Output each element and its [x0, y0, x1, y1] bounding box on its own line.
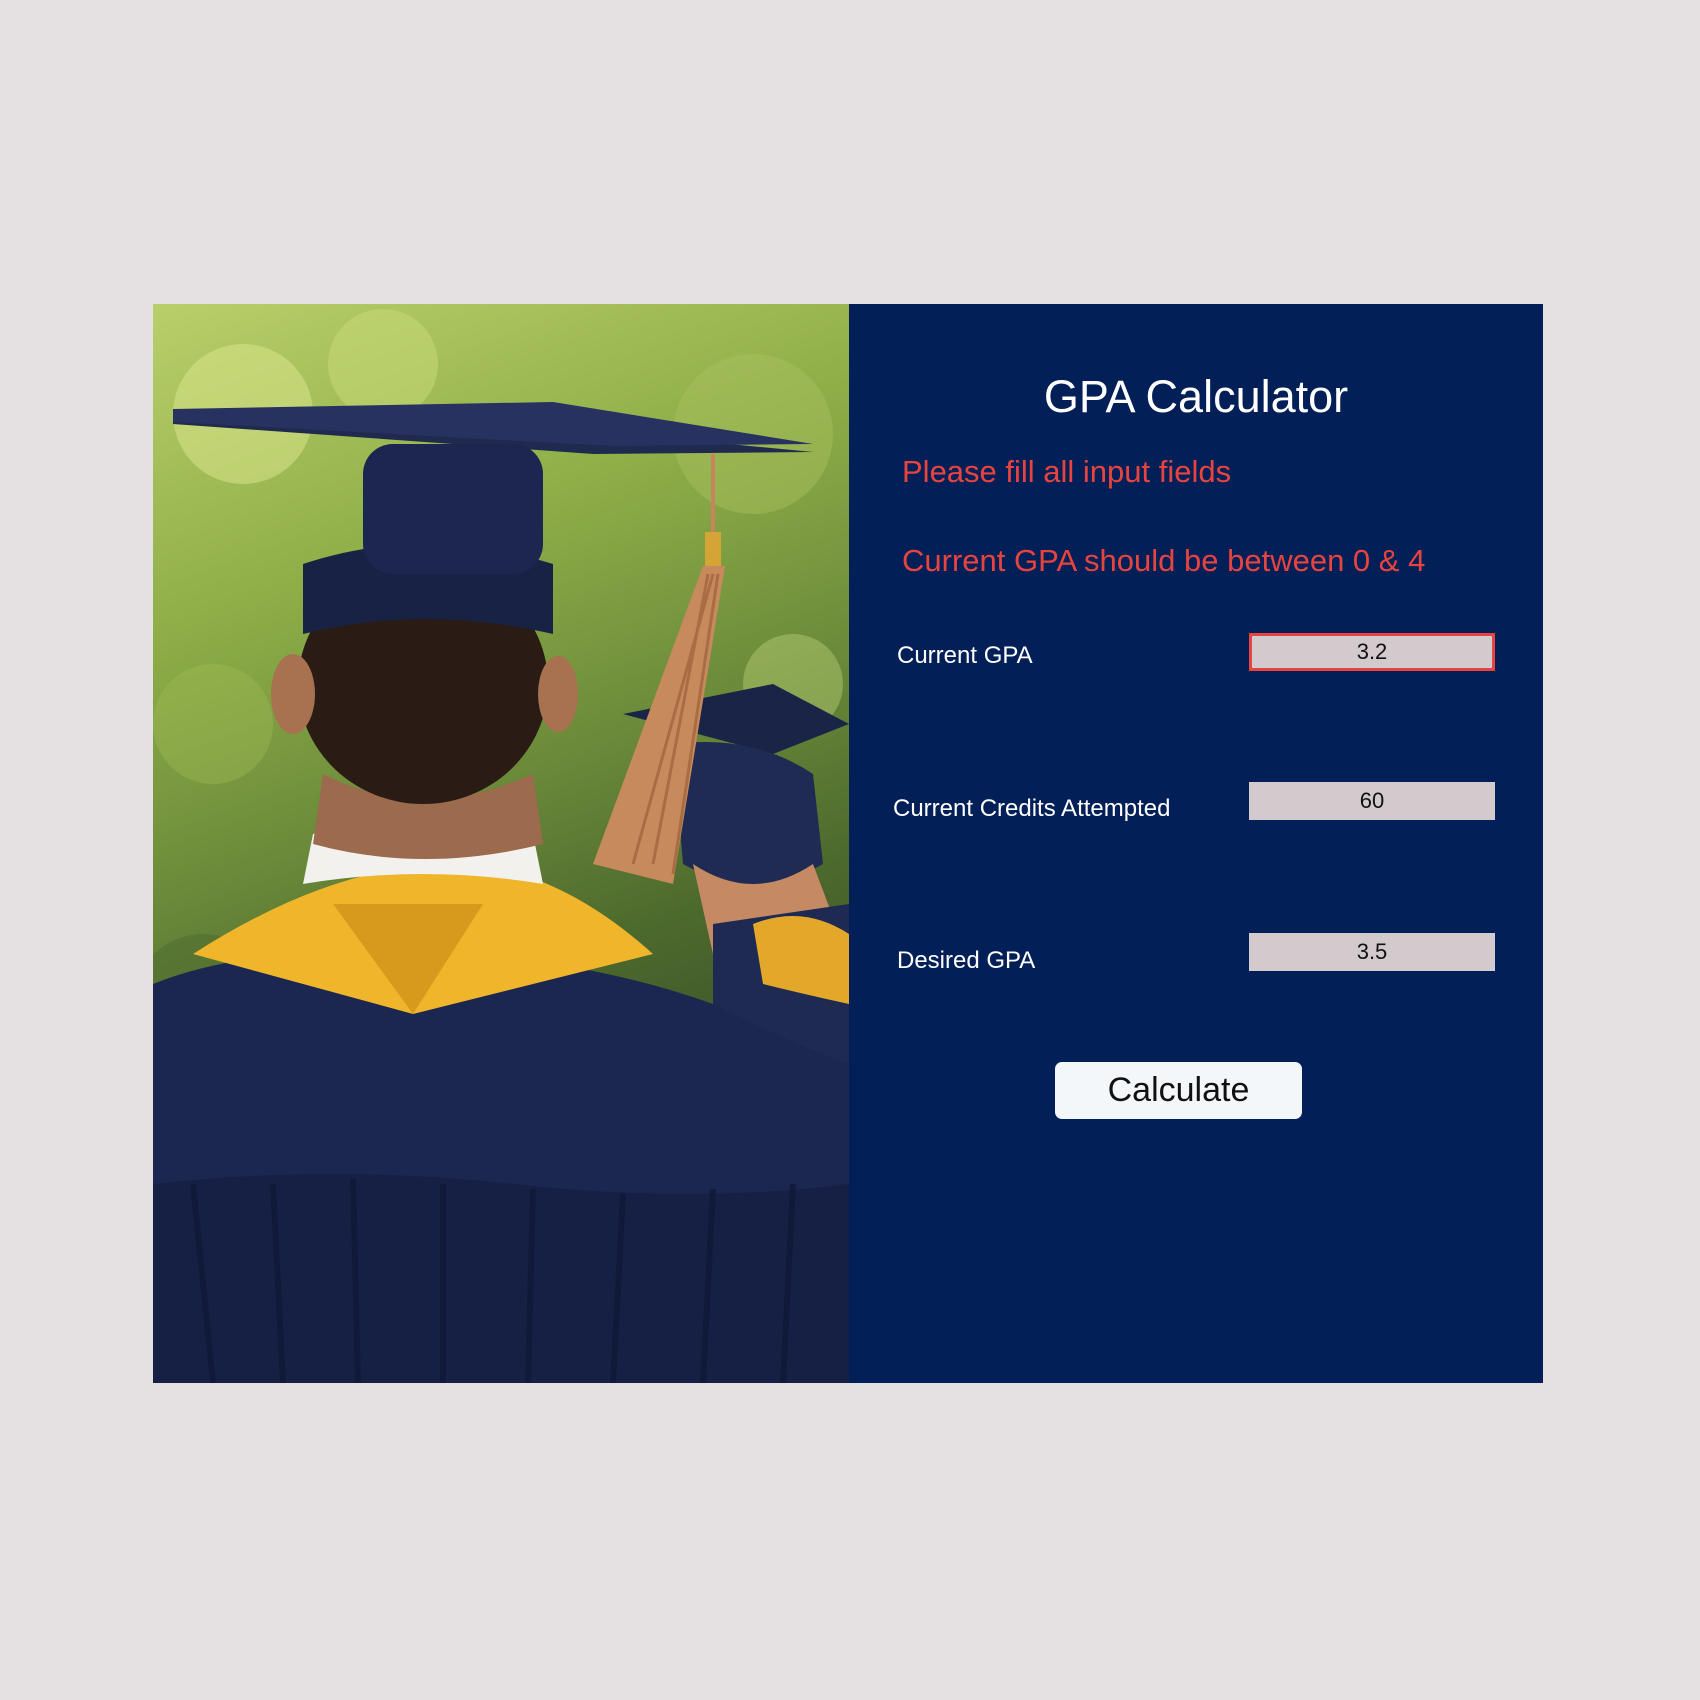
current-credits-label: Current Credits Attempted [893, 795, 1171, 822]
calculator-panel: GPA Calculator Please fill all input fie… [849, 304, 1543, 1383]
desired-gpa-input[interactable] [1249, 933, 1495, 971]
desired-gpa-label: Desired GPA [897, 947, 1036, 974]
calculate-button[interactable]: Calculate [1055, 1062, 1302, 1119]
graduate-photo [153, 304, 849, 1383]
current-credits-input[interactable] [1249, 782, 1495, 820]
current-gpa-input[interactable] [1249, 633, 1495, 671]
gpa-calculator-card: GPA Calculator Please fill all input fie… [153, 304, 1543, 1383]
error-fill-all-fields: Please fill all input fields [902, 454, 1232, 489]
graduate-illustration [153, 309, 849, 1383]
error-gpa-range: Current GPA should be between 0 & 4 [902, 543, 1426, 578]
page-title: GPA Calculator [1043, 371, 1349, 422]
current-gpa-label: Current GPA [897, 642, 1033, 669]
